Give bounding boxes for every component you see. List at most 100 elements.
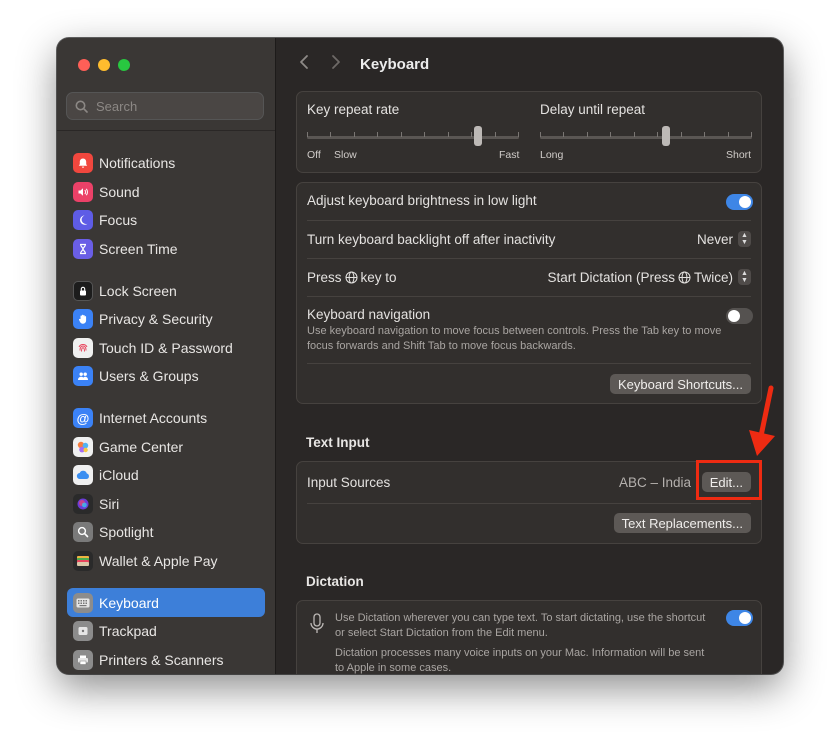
brightness-label: Adjust keyboard brightness in low light: [307, 193, 537, 208]
sidebar-item-sound[interactable]: Sound: [67, 178, 265, 207]
brightness-toggle[interactable]: [726, 194, 753, 210]
sidebar-item-keyboard[interactable]: Keyboard: [67, 588, 265, 617]
slider-tick: [610, 132, 612, 137]
sidebar-item-screen-time[interactable]: Screen Time: [67, 235, 265, 264]
divider: [307, 363, 751, 364]
globe-key-popup[interactable]: Start Dictation (Press Twice) ▲ ▼: [547, 269, 751, 285]
backlight-popup[interactable]: Never ▲ ▼: [697, 231, 751, 247]
annotation-highlight-box: [696, 460, 762, 500]
sidebar-item-spotlight[interactable]: Spotlight: [67, 518, 265, 547]
slider-tick: [563, 132, 565, 137]
key-repeat-rate-slider[interactable]: [307, 126, 519, 150]
sidebar-item-wallet[interactable]: Wallet & Apple Pay: [67, 547, 265, 576]
sidebar-item-game-center[interactable]: Game Center: [67, 432, 265, 461]
sidebar-item-trackpad[interactable]: Trackpad: [67, 617, 265, 646]
sidebar-divider: [57, 130, 275, 131]
dictation-toggle[interactable]: [726, 610, 753, 626]
sidebar-item-lock-screen[interactable]: Lock Screen: [67, 276, 265, 305]
sidebar-item-printers[interactable]: Printers & Scanners: [67, 646, 265, 675]
bell-icon: [73, 153, 93, 174]
slider-tick: [330, 132, 332, 137]
search-box[interactable]: [66, 92, 264, 120]
slider-tick: [400, 132, 402, 137]
sidebar-item-touch-id[interactable]: Touch ID & Password: [67, 334, 265, 363]
sidebar-item-label: Wallet & Apple Pay: [99, 553, 218, 570]
slider-tick: [540, 132, 541, 137]
settings-window: Notifications Sound Focus Screen Time: [57, 38, 783, 674]
sidebar-item-label: Game Center: [99, 438, 184, 455]
toolbar: Keyboard: [276, 38, 783, 90]
press-prefix: Press: [307, 270, 342, 285]
sidebar-item-label: Printers & Scanners: [99, 651, 224, 668]
text-replacements-button[interactable]: Text Replacements...: [613, 513, 751, 533]
content-pane: Keyboard Key repeat rate Off Slow Fast D…: [276, 38, 783, 674]
backlight-value: Never: [696, 231, 733, 247]
search-input[interactable]: [94, 97, 258, 115]
annotation-arrow-icon: [749, 385, 775, 456]
sidebar-item-privacy-security[interactable]: Privacy & Security: [67, 305, 265, 334]
slider-tick: [657, 132, 659, 137]
cloud-icon: [73, 465, 93, 486]
keyboard-navigation-label: Keyboard navigation: [307, 307, 431, 322]
slider-tick: [424, 132, 426, 137]
window-controls: [78, 59, 130, 71]
siri-icon: [73, 493, 93, 514]
slider-tick: [471, 132, 473, 137]
forward-button[interactable]: [320, 53, 352, 76]
divider: [307, 503, 751, 504]
printer-icon: [73, 649, 93, 670]
sidebar-item-label: Trackpad: [99, 623, 157, 640]
sidebar-item-label: Users & Groups: [99, 368, 199, 385]
dictation-desc: Use Dictation wherever you can type text…: [335, 612, 706, 639]
wallet-icon: [73, 551, 93, 572]
search-icon: [75, 100, 88, 113]
slider-thumb[interactable]: [662, 126, 671, 146]
chevron-left-icon: [300, 54, 308, 69]
speaker-icon: [73, 181, 93, 202]
trackpad-icon: [73, 621, 93, 642]
sidebar-item-icloud[interactable]: iCloud: [67, 461, 265, 490]
slider-tick: [633, 132, 635, 137]
keyboard-navigation-toggle[interactable]: [726, 308, 753, 324]
repeat-card: Key repeat rate Off Slow Fast Delay unti…: [296, 91, 762, 173]
divider: [307, 220, 751, 221]
hand-icon: [73, 309, 93, 330]
sidebar-item-users-groups[interactable]: Users & Groups: [67, 362, 265, 391]
key-repeat-rate-label: Key repeat rate: [307, 102, 400, 117]
slider-tick: [680, 132, 682, 137]
stepper-icon: ▲ ▼: [738, 231, 751, 247]
slider-tick: [494, 132, 496, 137]
chevron-right-icon: [332, 54, 340, 69]
sidebar-item-label: iCloud: [99, 467, 139, 484]
sidebar-item-siri[interactable]: Siri: [67, 490, 265, 519]
sidebar-item-label: Sound: [99, 183, 140, 200]
keyboard-settings-card: Adjust keyboard brightness in low light …: [296, 182, 762, 404]
sidebar-item-internet-accounts[interactable]: @ Internet Accounts: [67, 404, 265, 433]
stepper-icon: ▲ ▼: [738, 269, 751, 285]
slider-tick: [586, 132, 588, 137]
slider-track: [540, 136, 752, 139]
sidebar-item-notifications[interactable]: Notifications: [67, 149, 265, 178]
zoom-button[interactable]: [118, 59, 130, 71]
slider-thumb[interactable]: [474, 126, 483, 146]
microphone-icon: [310, 613, 324, 633]
minimize-button[interactable]: [98, 59, 110, 71]
slider-tick: [727, 132, 729, 137]
keyboard-icon: [73, 592, 93, 613]
rate-off-label: Off: [307, 149, 321, 161]
delay-until-repeat-slider[interactable]: [540, 126, 752, 150]
sidebar-item-label: Privacy & Security: [99, 311, 213, 328]
dictation-privacy: Dictation processes many voice inputs on…: [335, 647, 705, 674]
rate-fast-label: Fast: [499, 149, 520, 161]
hourglass-icon: [73, 239, 93, 260]
close-button[interactable]: [78, 59, 90, 71]
at-icon: @: [73, 408, 93, 429]
fingerprint-icon: [73, 337, 93, 358]
input-sources-label: Input Sources: [307, 475, 391, 490]
sidebar-item-focus[interactable]: Focus: [67, 206, 265, 235]
keyboard-shortcuts-button[interactable]: Keyboard Shortcuts...: [609, 374, 751, 394]
input-sources-value: ABC – India: [618, 475, 691, 490]
slider-tick: [353, 132, 355, 137]
back-button[interactable]: [288, 53, 320, 76]
text-input-heading: Text Input: [306, 435, 370, 450]
